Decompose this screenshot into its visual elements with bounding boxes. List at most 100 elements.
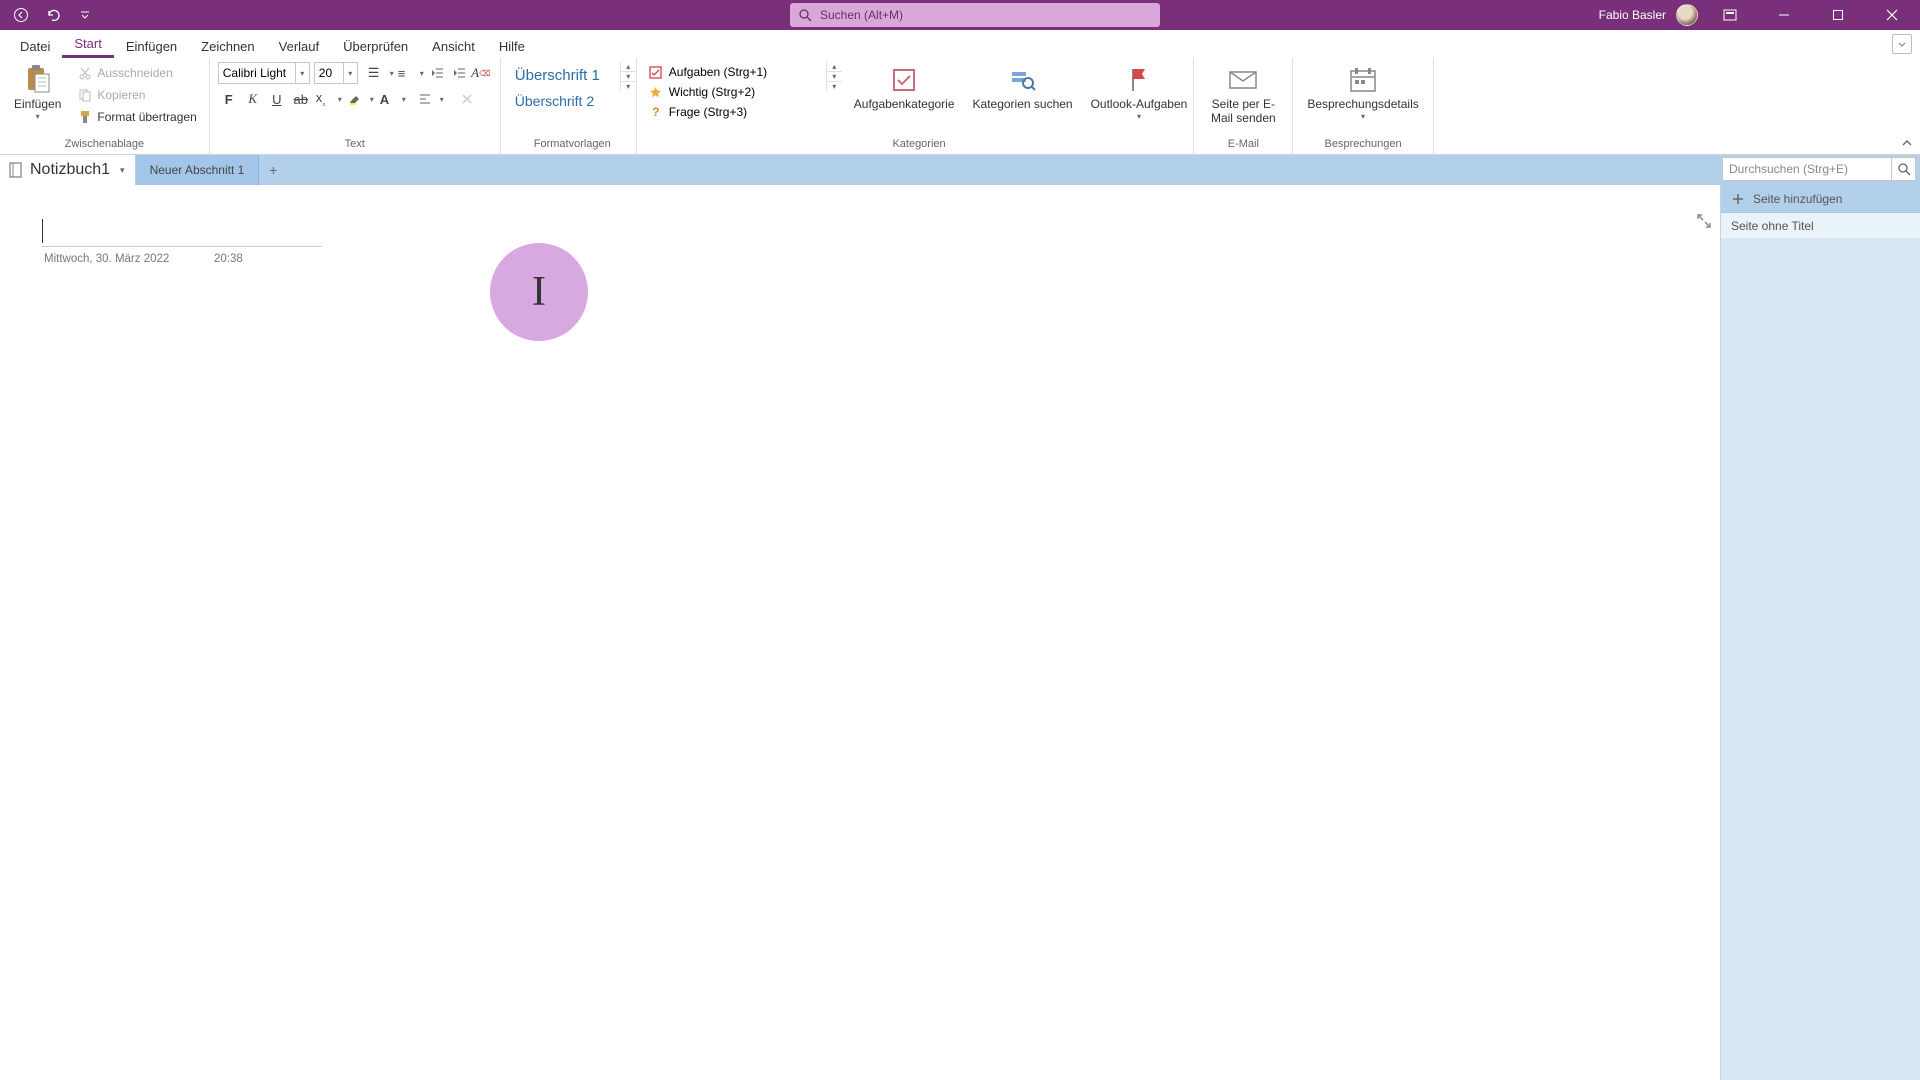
- indent-button[interactable]: [448, 62, 470, 84]
- align-button[interactable]: ▾: [416, 88, 446, 110]
- add-page-label: Seite hinzufügen: [1753, 192, 1842, 206]
- title-bar: Seite ohne Titel - OneNote Fabio Basler: [0, 0, 1920, 30]
- font-name-dropdown[interactable]: ▾: [296, 62, 310, 84]
- page-canvas[interactable]: Mittwoch, 30. März 2022 20:38 I: [0, 185, 1720, 1080]
- styles-scroll-down[interactable]: ▾: [621, 72, 636, 82]
- group-tags: Aufgaben (Strg+1) Wichtig (Strg+2) ? Fra…: [637, 58, 1195, 154]
- notebook-selector[interactable]: Notizbuch1 ▾: [0, 155, 136, 185]
- tab-start[interactable]: Start: [62, 30, 113, 58]
- font-color-button[interactable]: A▾: [378, 88, 408, 110]
- subscript-button[interactable]: x₂▾: [314, 88, 344, 110]
- outdent-button[interactable]: [426, 62, 448, 84]
- meeting-details-button[interactable]: Besprechungsdetails ▾: [1301, 62, 1424, 123]
- tab-hilfe[interactable]: Hilfe: [487, 33, 537, 58]
- tag-todo[interactable]: Aufgaben (Strg+1): [645, 62, 820, 82]
- clear-formatting-button[interactable]: A⌫: [470, 62, 492, 84]
- outlook-tasks-label: Outlook-Aufgaben: [1091, 98, 1188, 112]
- ribbon-display-button[interactable]: [1708, 0, 1752, 30]
- tags-gallery[interactable]: Aufgaben (Strg+1) Wichtig (Strg+2) ? Fra…: [645, 62, 820, 122]
- avatar[interactable]: [1676, 4, 1698, 26]
- tab-einfuegen[interactable]: Einfügen: [114, 33, 189, 58]
- cut-label: Ausschneiden: [97, 66, 172, 80]
- qat-customize[interactable]: [72, 2, 98, 28]
- numbering-button[interactable]: ≡▾: [396, 62, 426, 84]
- maximize-button[interactable]: [1816, 0, 1860, 30]
- tags-scroll-down[interactable]: ▾: [827, 72, 842, 82]
- page-list-panel: Seite hinzufügen Seite ohne Titel: [1720, 185, 1920, 1080]
- tab-datei[interactable]: Datei: [8, 33, 62, 58]
- format-painter-icon: [77, 109, 93, 125]
- chevron-down-icon: ▾: [120, 165, 125, 176]
- bold-button[interactable]: F: [218, 88, 240, 110]
- task-tag-label: Aufgabenkategorie: [854, 98, 955, 112]
- styles-scroll-up[interactable]: ▴: [621, 62, 636, 72]
- paste-button[interactable]: Einfügen ▾: [8, 62, 67, 123]
- tab-verlauf[interactable]: Verlauf: [267, 33, 331, 58]
- user-name[interactable]: Fabio Basler: [1599, 8, 1666, 22]
- group-email: Seite per E-Mail senden E-Mail: [1194, 58, 1293, 154]
- tag-important[interactable]: Wichtig (Strg+2): [645, 82, 820, 102]
- tab-ueberpruefen[interactable]: Überprüfen: [331, 33, 420, 58]
- outlook-tasks-button[interactable]: Outlook-Aufgaben ▾: [1085, 62, 1194, 123]
- strikethrough-button[interactable]: ab: [290, 88, 312, 110]
- ribbon: Einfügen ▾ Ausschneiden Kopieren Format …: [0, 58, 1920, 155]
- group-clipboard: Einfügen ▾ Ausschneiden Kopieren Format …: [0, 58, 210, 154]
- font-name-input[interactable]: [218, 62, 296, 84]
- back-button[interactable]: [8, 2, 34, 28]
- checkbox-icon: [649, 65, 663, 79]
- add-page-button[interactable]: Seite hinzufügen: [1721, 185, 1920, 213]
- page-date[interactable]: Mittwoch, 30. März 2022: [44, 253, 169, 265]
- group-meetings-label: Besprechungen: [1301, 138, 1424, 152]
- copy-label: Kopieren: [97, 88, 145, 102]
- collapse-ribbon-button[interactable]: [1900, 136, 1914, 150]
- style-heading2[interactable]: Überschrift 2: [509, 88, 614, 114]
- underline-button[interactable]: U: [266, 88, 288, 110]
- page-search-input[interactable]: [1722, 157, 1892, 181]
- paste-icon: [22, 64, 54, 96]
- add-section-button[interactable]: +: [259, 155, 287, 185]
- styles-gallery[interactable]: Überschrift 1 Überschrift 2: [509, 62, 614, 114]
- section-tab[interactable]: Neuer Abschnitt 1: [136, 155, 260, 185]
- tags-more[interactable]: ▾: [827, 82, 842, 91]
- cut-button[interactable]: Ausschneiden: [73, 62, 200, 84]
- global-search-input[interactable]: [790, 3, 1160, 27]
- copy-button[interactable]: Kopieren: [73, 84, 200, 106]
- tag-question[interactable]: ? Frage (Strg+3): [645, 102, 820, 122]
- search-icon: [798, 8, 812, 22]
- page-search-button[interactable]: [1892, 157, 1916, 181]
- italic-button[interactable]: K: [242, 88, 264, 110]
- ribbon-mode-button[interactable]: [1892, 34, 1912, 54]
- group-meetings: Besprechungsdetails ▾ Besprechungen: [1293, 58, 1433, 154]
- page-title-input[interactable]: [42, 215, 322, 247]
- notebook-bar: Notizbuch1 ▾ Neuer Abschnitt 1 +: [0, 155, 1920, 185]
- group-styles-label: Formatvorlagen: [509, 138, 636, 152]
- bullets-button[interactable]: ☰▾: [366, 62, 396, 84]
- find-tags-button[interactable]: Kategorien suchen: [967, 62, 1079, 114]
- close-button[interactable]: [1870, 0, 1914, 30]
- tags-scroll-up[interactable]: ▴: [827, 62, 842, 72]
- format-painter-button[interactable]: Format übertragen: [73, 106, 200, 128]
- ribbon-tabs: Datei Start Einfügen Zeichnen Verlauf Üb…: [0, 30, 1920, 58]
- ibeam-icon: I: [532, 268, 546, 316]
- star-icon: [649, 85, 663, 99]
- global-search-wrap: [790, 3, 1160, 27]
- tab-ansicht[interactable]: Ansicht: [420, 33, 487, 58]
- group-text: ▾ ▾ ☰▾ ≡▾ A⌫ F K U ab x₂▾ ▾ A▾ ▾: [210, 58, 501, 154]
- meeting-details-label: Besprechungsdetails: [1307, 98, 1418, 112]
- find-tags-icon: [1007, 64, 1039, 96]
- font-size-input[interactable]: [314, 62, 344, 84]
- style-heading1[interactable]: Überschrift 1: [509, 62, 614, 88]
- delete-button[interactable]: [456, 88, 478, 110]
- task-tag-button[interactable]: Aufgabenkategorie: [848, 62, 961, 114]
- email-page-button[interactable]: Seite per E-Mail senden: [1202, 62, 1284, 128]
- minimize-button[interactable]: [1762, 0, 1806, 30]
- highlight-button[interactable]: ▾: [346, 88, 376, 110]
- tab-zeichnen[interactable]: Zeichnen: [189, 33, 266, 58]
- styles-more[interactable]: ▾: [621, 82, 636, 91]
- page-time[interactable]: 20:38: [214, 253, 243, 265]
- plus-icon: [1731, 192, 1745, 206]
- undo-button[interactable]: [40, 2, 66, 28]
- full-page-view-button[interactable]: [1696, 213, 1712, 229]
- font-size-dropdown[interactable]: ▾: [344, 62, 358, 84]
- page-item[interactable]: Seite ohne Titel: [1721, 213, 1920, 239]
